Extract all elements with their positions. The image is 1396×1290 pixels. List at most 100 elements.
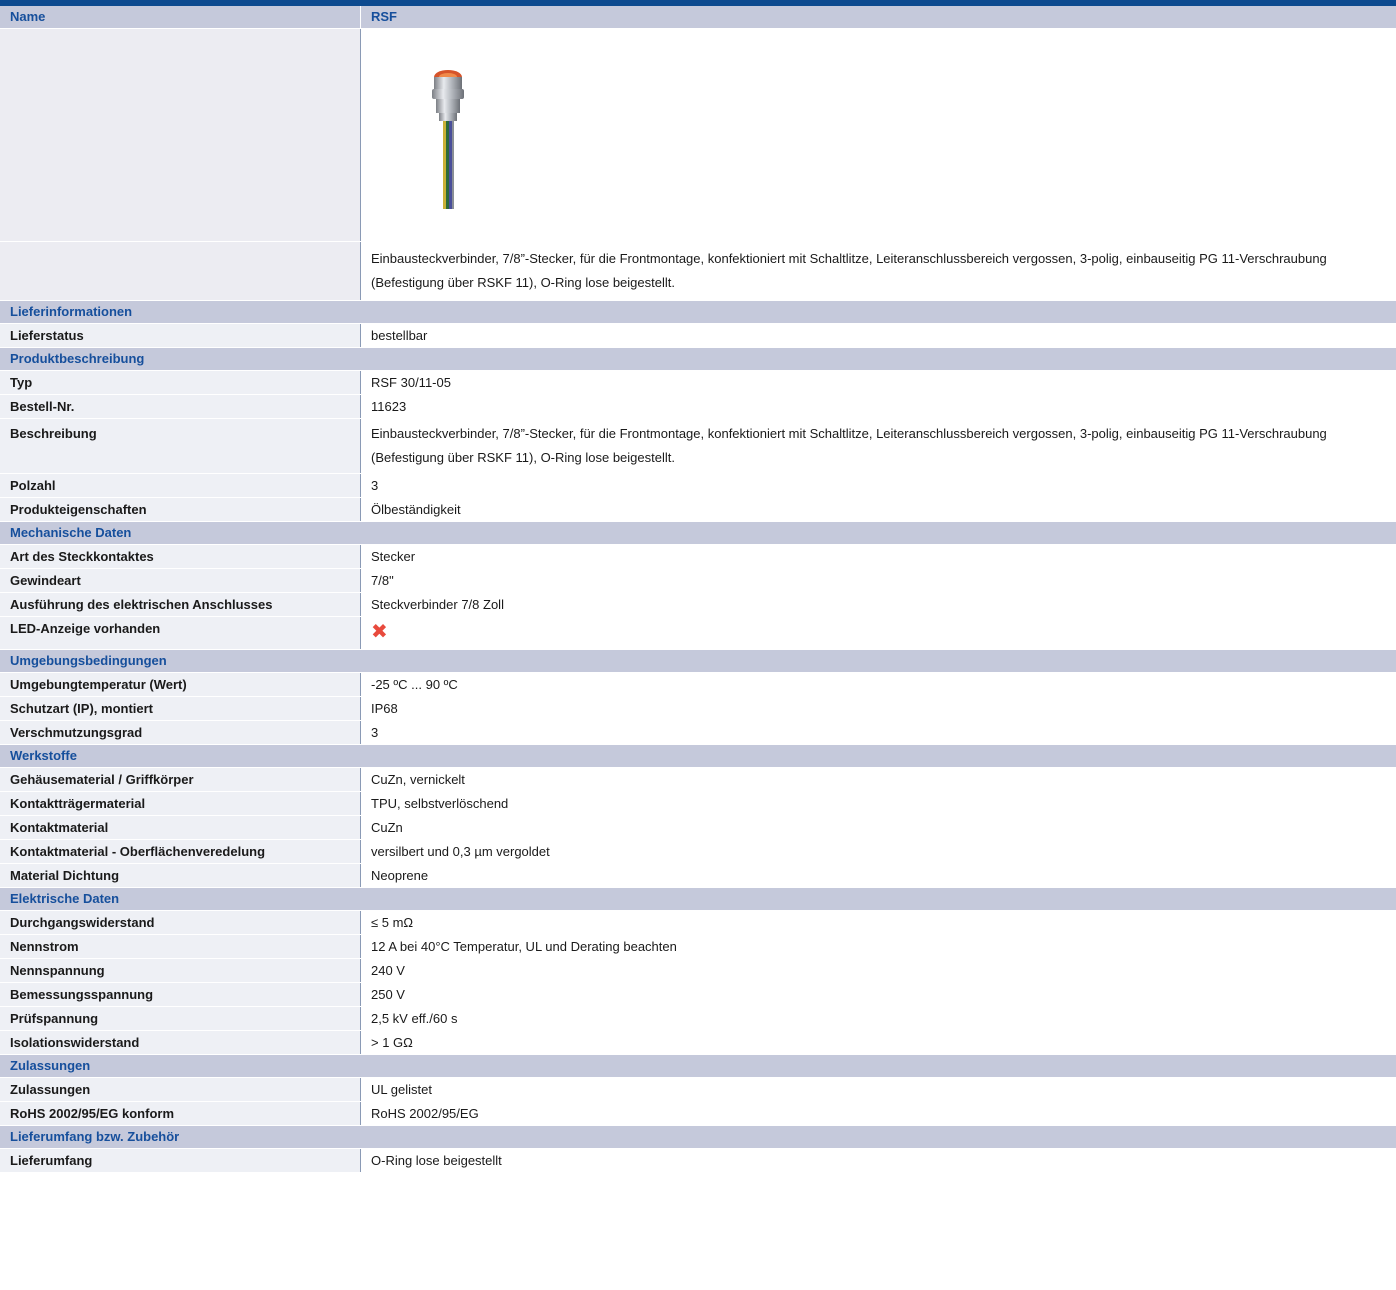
spec-label: Umgebungtemperatur (Wert) — [10, 677, 187, 692]
spec-label: Durchgangswiderstand — [10, 915, 155, 930]
spec-row: Kontaktmaterial CuZn — [0, 816, 1396, 840]
spec-label: Material Dichtung — [10, 868, 120, 883]
spec-label: Art des Steckkontaktes — [10, 549, 154, 564]
spec-label: Nennstrom — [10, 939, 79, 954]
section-header: Zulassungen — [0, 1055, 1396, 1078]
spec-value: 2,5 kV eff./60 s — [360, 1007, 1396, 1030]
section-header: Lieferinformationen — [0, 301, 1396, 324]
spec-row: RoHS 2002/95/EG konform RoHS 2002/95/EG — [0, 1102, 1396, 1126]
spec-value: Einbausteckverbinder, 7/8”-Stecker, für … — [360, 419, 1396, 473]
spec-label: Schutzart (IP), montiert — [10, 701, 154, 716]
spec-row: Gewindeart 7/8" — [0, 569, 1396, 593]
spec-value: 3 — [360, 474, 1396, 497]
spec-value: O-Ring lose beigestellt — [360, 1149, 1396, 1172]
spec-value: IP68 — [360, 697, 1396, 720]
connector-product-image — [432, 70, 464, 209]
section-title: Lieferinformationen — [10, 304, 133, 319]
spec-label: Gehäusematerial / Griffkörper — [10, 772, 194, 787]
section-header: Mechanische Daten — [0, 522, 1396, 545]
spec-label: Produkteigenschaften — [10, 502, 147, 517]
cross-icon: ✖ — [371, 621, 388, 643]
spec-value: 3 — [360, 721, 1396, 744]
spec-label: Bemessungsspannung — [10, 987, 154, 1002]
spec-value: Steckverbinder 7/8 Zoll — [360, 593, 1396, 616]
name-value: RSF — [360, 6, 1396, 28]
spec-row: Ausführung des elektrischen Anschlusses S… — [0, 593, 1396, 617]
spec-row: Isolationswiderstand > 1 GΩ — [0, 1031, 1396, 1055]
spec-value: 250 V — [360, 983, 1396, 1006]
product-description-row: Einbausteckverbinder, 7/8”-Stecker, für … — [0, 242, 1396, 301]
spec-label: Lieferstatus — [10, 328, 84, 343]
spec-label: Kontaktmaterial - Oberflächenveredelung — [10, 844, 266, 859]
spec-value: RSF 30/11-05 — [360, 371, 1396, 394]
spec-row: Polzahl 3 — [0, 474, 1396, 498]
spec-label: Beschreibung — [10, 426, 97, 441]
spec-row: Art des Steckkontaktes Stecker — [0, 545, 1396, 569]
spec-label: Gewindeart — [10, 573, 81, 588]
spec-value: bestellbar — [360, 324, 1396, 347]
spec-label: Typ — [10, 375, 33, 390]
spec-row: Zulassungen UL gelistet — [0, 1078, 1396, 1102]
spec-row: Typ RSF 30/11-05 — [0, 371, 1396, 395]
spec-row: Lieferstatus bestellbar — [0, 324, 1396, 348]
spec-value: -25 ºC ... 90 ºC — [360, 673, 1396, 696]
spec-label: RoHS 2002/95/EG konform — [10, 1106, 174, 1121]
spec-value: Neoprene — [360, 864, 1396, 887]
spec-label: Polzahl — [10, 478, 56, 493]
section-title: Umgebungsbedingungen — [10, 653, 167, 668]
spec-label: Verschmutzungsgrad — [10, 725, 143, 740]
section-header: Werkstoffe — [0, 745, 1396, 768]
section-title: Lieferumfang bzw. Zubehör — [10, 1129, 180, 1144]
spec-value: CuZn, vernickelt — [360, 768, 1396, 791]
name-header-row: Name RSF — [0, 6, 1396, 29]
spec-label: Zulassungen — [10, 1082, 91, 1097]
spec-row: Durchgangswiderstand ≤ 5 mΩ — [0, 911, 1396, 935]
spec-value: 11623 — [360, 395, 1396, 418]
spec-label: Lieferumfang — [10, 1153, 93, 1168]
spec-label: LED-Anzeige vorhanden — [10, 621, 161, 636]
spec-value: 7/8" — [360, 569, 1396, 592]
product-description: Einbausteckverbinder, 7/8”-Stecker, für … — [360, 242, 1396, 300]
spec-label: Kontaktmaterial — [10, 820, 109, 835]
spec-row: Nennspannung 240 V — [0, 959, 1396, 983]
spec-value: ✖ — [360, 617, 1396, 649]
spec-value: 240 V — [360, 959, 1396, 982]
spec-row: Nennstrom 12 A bei 40°C Temperatur, UL un… — [0, 935, 1396, 959]
spec-row: Produkteigenschaften Ölbeständigkeit — [0, 498, 1396, 522]
section-title: Elektrische Daten — [10, 891, 120, 906]
spec-row: Lieferumfang O-Ring lose beigestellt — [0, 1149, 1396, 1173]
spec-row: Beschreibung Einbausteckverbinder, 7/8”-S… — [0, 419, 1396, 474]
spec-label: Kontaktträgermaterial — [10, 796, 146, 811]
section-header: Produktbeschreibung — [0, 348, 1396, 371]
spec-label: Ausführung des elektrischen Anschlusses — [10, 597, 273, 612]
spec-label: Bestell-Nr. — [10, 399, 75, 414]
spec-value: 12 A bei 40°C Temperatur, UL und Deratin… — [360, 935, 1396, 958]
spec-row: Prüfspannung 2,5 kV eff./60 s — [0, 1007, 1396, 1031]
product-image-row — [0, 29, 1396, 242]
spec-label: Prüfspannung — [10, 1011, 99, 1026]
section-title: Mechanische Daten — [10, 525, 132, 540]
section-header: Lieferumfang bzw. Zubehör — [0, 1126, 1396, 1149]
spec-value: Ölbeständigkeit — [360, 498, 1396, 521]
spec-label: Isolationswiderstand — [10, 1035, 140, 1050]
spec-value: RoHS 2002/95/EG — [360, 1102, 1396, 1125]
section-header: Umgebungsbedingungen — [0, 650, 1396, 673]
spec-sections: Lieferinformationen Lieferstatus bestellba… — [0, 301, 1396, 1173]
spec-row: Bestell-Nr. 11623 — [0, 395, 1396, 419]
spec-row: Umgebungtemperatur (Wert) -25 ºC ... 90 º… — [0, 673, 1396, 697]
spec-value: UL gelistet — [360, 1078, 1396, 1101]
spec-value: versilbert und 0,3 µm vergoldet — [360, 840, 1396, 863]
spec-row: Kontaktmaterial - Oberflächenveredelung v… — [0, 840, 1396, 864]
spec-row: LED-Anzeige vorhanden ✖ — [0, 617, 1396, 650]
spec-label: Nennspannung — [10, 963, 105, 978]
spec-row: Verschmutzungsgrad 3 — [0, 721, 1396, 745]
spec-value: TPU, selbstverlöschend — [360, 792, 1396, 815]
spec-value: > 1 GΩ — [360, 1031, 1396, 1054]
spec-value: ≤ 5 mΩ — [360, 911, 1396, 934]
section-header: Elektrische Daten — [0, 888, 1396, 911]
section-title: Produktbeschreibung — [10, 351, 145, 366]
spec-row: Material Dichtung Neoprene — [0, 864, 1396, 888]
section-title: Zulassungen — [10, 1058, 91, 1073]
spec-row: Gehäusematerial / Griffkörper CuZn, verni… — [0, 768, 1396, 792]
section-title: Werkstoffe — [10, 748, 77, 763]
